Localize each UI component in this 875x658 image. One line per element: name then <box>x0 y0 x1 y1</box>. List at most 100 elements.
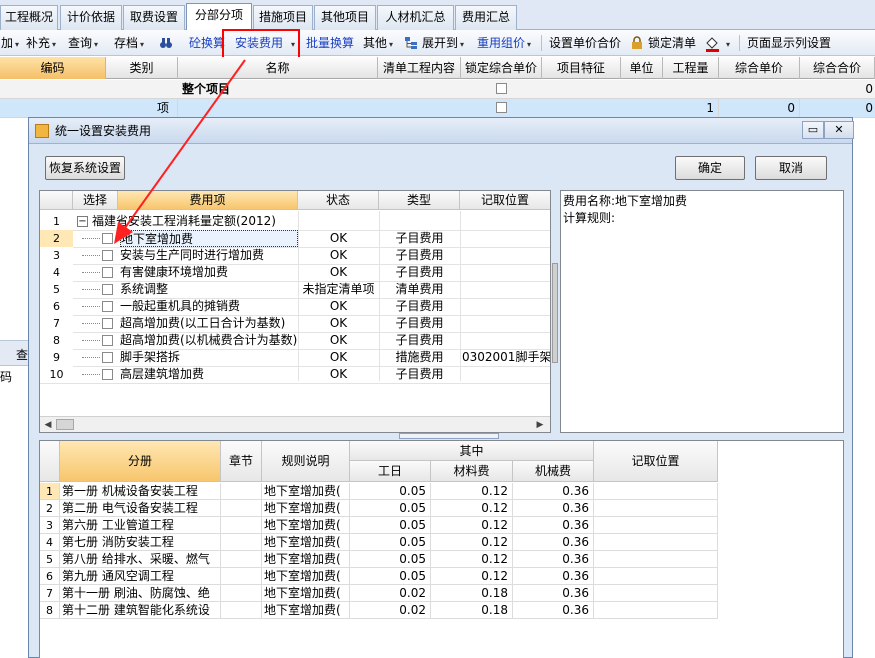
paint-dropdown[interactable]: ▾ <box>724 34 730 52</box>
select-checkbox[interactable] <box>102 233 113 244</box>
machine-cell[interactable]: 0.36 <box>513 483 594 500</box>
machine-cell[interactable]: 0.36 <box>513 500 594 517</box>
material-cell[interactable]: 0.12 <box>431 534 513 551</box>
other-button[interactable]: 其他 ▾ <box>363 34 393 52</box>
volume-cell[interactable]: 第十二册 建筑智能化系统设 <box>60 602 221 619</box>
volume-cell[interactable]: 第一册 机械设备安装工程 <box>60 483 221 500</box>
fee-position[interactable] <box>462 230 550 247</box>
material-cell[interactable]: 0.12 <box>431 500 513 517</box>
supplement-button[interactable]: 补充 ▾ <box>26 34 56 52</box>
chapter-cell[interactable] <box>221 534 262 551</box>
machine-cell[interactable]: 0.36 <box>513 568 594 585</box>
col-list-content[interactable]: 清单工程内容 <box>378 57 461 79</box>
position-cell[interactable] <box>594 585 718 602</box>
tab-sub-items[interactable]: 分部分项 <box>186 3 252 31</box>
material-cell[interactable]: 0.18 <box>431 602 513 619</box>
select-checkbox[interactable] <box>102 335 113 346</box>
chapter-cell[interactable] <box>221 568 262 585</box>
tab-measures[interactable]: 措施项目 <box>253 5 313 30</box>
ok-button[interactable]: 确定 <box>675 156 745 180</box>
add-button[interactable]: 加 ▾ <box>1 34 19 52</box>
select-checkbox[interactable] <box>102 267 113 278</box>
col-code[interactable]: 编码 <box>0 57 106 79</box>
volume-cell[interactable]: 第二册 电气设备安装工程 <box>60 500 221 517</box>
rule-cell[interactable]: 地下室增加费( <box>262 568 350 585</box>
chapter-cell[interactable] <box>221 483 262 500</box>
concrete-convert-button[interactable]: 砼换算 <box>189 34 225 52</box>
rule-cell[interactable]: 地下室增加费( <box>262 517 350 534</box>
rule-cell[interactable]: 地下室增加费( <box>262 585 350 602</box>
col-lock-unit-price[interactable]: 锁定综合单价 <box>461 57 542 79</box>
rule-cell[interactable]: 地下室增加费( <box>262 602 350 619</box>
machine-cell[interactable]: 0.36 <box>513 534 594 551</box>
material-cell[interactable]: 0.12 <box>431 568 513 585</box>
fee-position[interactable] <box>462 247 550 264</box>
lock-checkbox[interactable] <box>496 83 507 94</box>
col-quantity[interactable]: 工程量 <box>663 57 719 79</box>
query-button[interactable]: 查询 ▾ <box>68 34 98 52</box>
machine-cell[interactable]: 0.36 <box>513 517 594 534</box>
labor-cell[interactable]: 0.05 <box>350 517 431 534</box>
rule-cell[interactable]: 地下室增加费( <box>262 500 350 517</box>
col-status[interactable]: 状态 <box>298 191 379 210</box>
tab-labor-material-summary[interactable]: 人材机汇总 <box>377 5 454 30</box>
volume-cell[interactable]: 第八册 给排水、采暖、燃气 <box>60 551 221 568</box>
chapter-cell[interactable] <box>221 602 262 619</box>
rule-cell[interactable]: 地下室增加费( <box>262 534 350 551</box>
tab-project-overview[interactable]: 工程概况 <box>0 5 58 30</box>
select-checkbox[interactable] <box>102 301 113 312</box>
fee-item-name[interactable]: 脚手架搭拆 <box>120 349 298 366</box>
select-checkbox[interactable] <box>102 250 113 261</box>
volume-cell[interactable]: 第九册 通风空调工程 <box>60 568 221 585</box>
table-row[interactable]: 整个项目 0 <box>0 80 875 99</box>
select-checkbox[interactable] <box>102 318 113 329</box>
fee-position[interactable] <box>462 264 550 281</box>
col-labor[interactable]: 工日 <box>350 461 431 482</box>
batch-convert-button[interactable]: 批量换算 <box>306 34 354 52</box>
machine-cell[interactable]: 0.36 <box>513 585 594 602</box>
chapter-cell[interactable] <box>221 585 262 602</box>
col-unit-price[interactable]: 综合单价 <box>719 57 800 79</box>
tab-other-items[interactable]: 其他项目 <box>314 5 376 30</box>
col-name[interactable]: 名称 <box>178 57 378 79</box>
fee-position[interactable]: 0302001脚手架 <box>462 349 550 366</box>
rule-cell[interactable]: 地下室增加费( <box>262 483 350 500</box>
select-checkbox[interactable] <box>102 352 113 363</box>
fee-item-name[interactable]: 高层建筑增加费 <box>120 366 298 383</box>
labor-cell[interactable]: 0.05 <box>350 534 431 551</box>
col-rule-position[interactable]: 记取位置 <box>594 441 718 482</box>
fee-position[interactable] <box>462 315 550 332</box>
position-cell[interactable] <box>594 483 718 500</box>
col-unit[interactable]: 单位 <box>621 57 663 79</box>
material-cell[interactable]: 0.12 <box>431 517 513 534</box>
fee-item-name[interactable]: 一般起重机具的摊销费 <box>120 298 298 315</box>
set-unit-price-button[interactable]: 设置单价合价 <box>549 34 621 52</box>
fee-item-name[interactable]: 有害健康环境增加费 <box>120 264 298 281</box>
select-checkbox[interactable] <box>102 284 113 295</box>
fee-position[interactable] <box>462 332 550 349</box>
material-cell[interactable]: 0.12 <box>431 551 513 568</box>
fee-item-name[interactable]: 超高增加费(以机械费合计为基数) <box>120 332 298 349</box>
paint-bucket-icon[interactable] <box>704 36 719 52</box>
pane-splitter[interactable] <box>39 433 844 439</box>
fee-item-name[interactable]: 安装与生产同时进行增加费 <box>120 247 298 264</box>
col-position[interactable]: 记取位置 <box>460 191 550 210</box>
cancel-button[interactable]: 取消 <box>755 156 827 180</box>
fee-item-name[interactable]: 系统调整 <box>120 281 298 298</box>
vertical-scrollbar[interactable] <box>552 263 558 363</box>
fee-position[interactable] <box>462 366 550 383</box>
col-fee-type[interactable]: 类型 <box>379 191 460 210</box>
position-cell[interactable] <box>594 534 718 551</box>
volume-cell[interactable]: 第六册 工业管道工程 <box>60 517 221 534</box>
labor-cell[interactable]: 0.05 <box>350 500 431 517</box>
col-machine[interactable]: 机械费 <box>513 461 594 482</box>
position-cell[interactable] <box>594 602 718 619</box>
volume-cell[interactable]: 第十一册 刷油、防腐蚀、绝 <box>60 585 221 602</box>
horizontal-scrollbar[interactable]: ◀ ▶ <box>40 416 550 432</box>
tab-fee-settings[interactable]: 取费设置 <box>123 5 185 30</box>
material-cell[interactable]: 0.12 <box>431 483 513 500</box>
machine-cell[interactable]: 0.36 <box>513 551 594 568</box>
labor-cell[interactable]: 0.05 <box>350 568 431 585</box>
labor-cell[interactable]: 0.02 <box>350 585 431 602</box>
col-features[interactable]: 项目特征 <box>542 57 621 79</box>
